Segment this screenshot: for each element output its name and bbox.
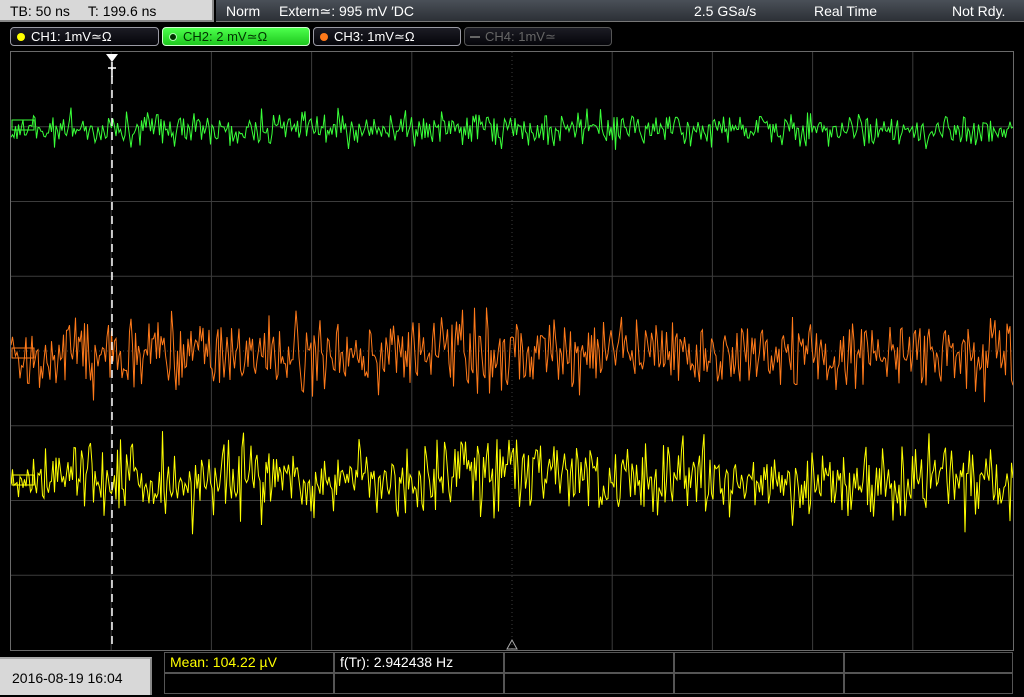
status-bar: TB: 50 ns T: 199.6 ns Norm Extern≃: 995 m… (0, 0, 1024, 24)
trigger-status: Not Rdy. (952, 3, 1006, 19)
graticule (11, 52, 1013, 650)
waveform-canvas[interactable] (11, 52, 1013, 650)
trigger-time-value: T: 199.6 ns (87, 3, 157, 19)
ch3-trace (11, 307, 1013, 403)
measurement-slot-10[interactable] (844, 673, 1013, 694)
mean-measurement[interactable]: Mean: 104.22 µV (164, 652, 334, 673)
tab-ch4[interactable]: CH4: 1mV≃ (464, 27, 612, 46)
timebase-panel[interactable]: TB: 50 ns T: 199.6 ns (0, 0, 214, 22)
measurement-slot-5[interactable] (844, 652, 1013, 673)
measurement-panel[interactable]: Mean: 104.22 µV f(Tr): 2.942438 Hz (164, 652, 1013, 695)
tab-ch2[interactable]: CH2: 2 mV≃Ω (162, 27, 310, 46)
trigger-t-icon (108, 67, 116, 77)
ch1-label: CH1: 1mV≃Ω (31, 29, 112, 44)
tab-ch3[interactable]: CH3: 1mV≃Ω (313, 27, 461, 46)
ch3-dot-icon (320, 33, 328, 41)
waveform-display[interactable] (10, 51, 1014, 651)
measurement-slot-7[interactable] (334, 673, 504, 694)
ch4-label: CH4: 1mV≃ (485, 29, 556, 44)
ch4-off-icon (470, 36, 480, 38)
ch2-label: CH2: 2 mV≃Ω (183, 29, 268, 44)
measurement-slot-9[interactable] (674, 673, 844, 694)
sample-rate: 2.5 GSa/s (694, 3, 757, 19)
ch2-trace (11, 107, 1013, 150)
freq-measurement[interactable]: f(Tr): 2.942438 Hz (334, 652, 504, 673)
timebase-value: TB: 50 ns (10, 3, 70, 19)
tab-ch1[interactable]: CH1: 1mV≃Ω (10, 27, 159, 46)
ch2-dot-icon (169, 33, 177, 41)
measurement-slot-4[interactable] (674, 652, 844, 673)
measurement-slot-6[interactable] (164, 673, 334, 694)
date-time-display: 2016-08-19 16:04 (0, 657, 152, 695)
trigger-source: Extern≃: 995 mV ′DC (279, 3, 414, 19)
freq-value: f(Tr): 2.942438 Hz (340, 654, 454, 670)
trigger-arrow-icon (106, 54, 118, 62)
acquisition-mode: Real Time (814, 3, 878, 19)
acquisition-panel[interactable]: Norm Extern≃: 995 mV ′DC 2.5 GSa/s Real … (216, 0, 1024, 22)
measurement-slot-8[interactable] (504, 673, 674, 694)
trigger-mode: Norm (226, 3, 261, 19)
mean-value: Mean: 104.22 µV (170, 654, 277, 670)
measurement-slot-3[interactable] (504, 652, 674, 673)
ch1-trace (11, 431, 1013, 535)
date-time-text: 2016-08-19 16:04 (12, 670, 123, 686)
channel-tabs: CH1: 1mV≃Ω CH2: 2 mV≃Ω CH3: 1mV≃Ω CH4: 1… (0, 24, 1024, 50)
ch3-label: CH3: 1mV≃Ω (334, 29, 415, 44)
ch1-dot-icon (17, 33, 25, 41)
markers (11, 54, 518, 650)
